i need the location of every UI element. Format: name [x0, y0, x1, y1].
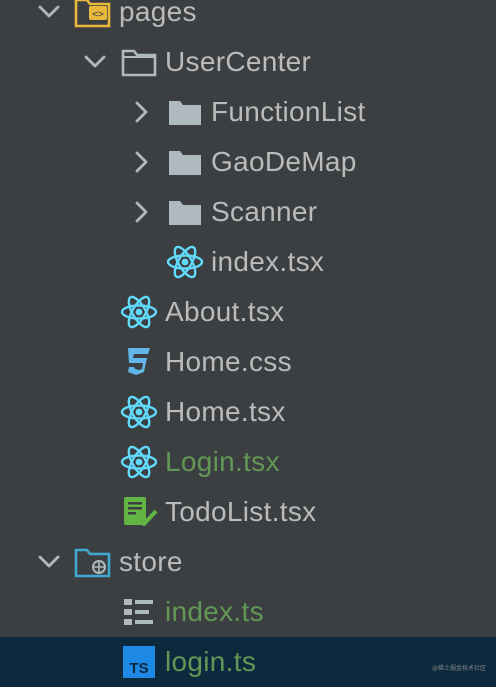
- tree-label: Scanner: [211, 196, 318, 227]
- tree-node-store-index[interactable]: index.ts: [0, 587, 496, 637]
- folder-icon: [165, 94, 205, 130]
- tree-node-login-tsx[interactable]: Login.tsx: [0, 437, 496, 487]
- store-folder-icon: [73, 544, 113, 580]
- project-tree: <> pages UserCenter FunctionList GaoDeMa…: [0, 0, 496, 687]
- react-icon: [119, 294, 159, 330]
- svg-text:<>: <>: [92, 9, 104, 20]
- tree-label: pages: [119, 0, 197, 27]
- tree-node-todolist[interactable]: TodoList.tsx: [0, 487, 496, 537]
- tree-node-store[interactable]: store: [0, 537, 496, 587]
- tree-label: store: [119, 546, 183, 577]
- typescript-icon: TS: [119, 644, 159, 680]
- react-icon: [119, 444, 159, 480]
- structure-icon: [119, 594, 159, 630]
- watermark: @稀土掘金技术社区: [431, 665, 486, 672]
- tree-label: Home.tsx: [165, 396, 286, 427]
- chevron-down-icon[interactable]: [82, 49, 108, 75]
- react-icon: [119, 394, 159, 430]
- tree-node-usercenter[interactable]: UserCenter: [0, 37, 496, 87]
- tree-label: Login.tsx: [165, 446, 280, 477]
- tree-label: index.tsx: [211, 246, 325, 277]
- chevron-right-icon[interactable]: [128, 99, 154, 125]
- tree-node-pages[interactable]: <> pages: [0, 0, 496, 37]
- chevron-right-icon[interactable]: [128, 199, 154, 225]
- todo-list-icon: [119, 494, 159, 530]
- tree-label: index.ts: [165, 596, 264, 627]
- tree-node-home-tsx[interactable]: Home.tsx: [0, 387, 496, 437]
- folder-icon: [165, 144, 205, 180]
- tree-label: GaoDeMap: [211, 146, 357, 177]
- tree-node-usercenter-index[interactable]: index.tsx: [0, 237, 496, 287]
- tree-label: Home.css: [165, 346, 292, 377]
- react-icon: [165, 244, 205, 280]
- tree-label: UserCenter: [165, 46, 312, 77]
- tree-label: login.ts: [165, 646, 257, 677]
- chevron-right-icon[interactable]: [128, 149, 154, 175]
- chevron-down-icon[interactable]: [36, 0, 62, 25]
- tree-node-scanner[interactable]: Scanner: [0, 187, 496, 237]
- tree-node-login-ts[interactable]: TS login.ts: [0, 637, 496, 687]
- tree-node-about[interactable]: About.tsx: [0, 287, 496, 337]
- tree-node-functionlist[interactable]: FunctionList: [0, 87, 496, 137]
- tree-node-gaodemap[interactable]: GaoDeMap: [0, 137, 496, 187]
- folder-outline-icon: [119, 44, 159, 80]
- tree-label: About.tsx: [165, 296, 285, 327]
- tree-node-home-css[interactable]: Home.css: [0, 337, 496, 387]
- tree-label: FunctionList: [211, 96, 366, 127]
- chevron-down-icon[interactable]: [36, 549, 62, 575]
- css-icon: [119, 344, 159, 380]
- web-folder-icon: <>: [73, 0, 113, 30]
- folder-icon: [165, 194, 205, 230]
- svg-text:TS: TS: [129, 660, 148, 677]
- tree-label: TodoList.tsx: [165, 496, 317, 527]
